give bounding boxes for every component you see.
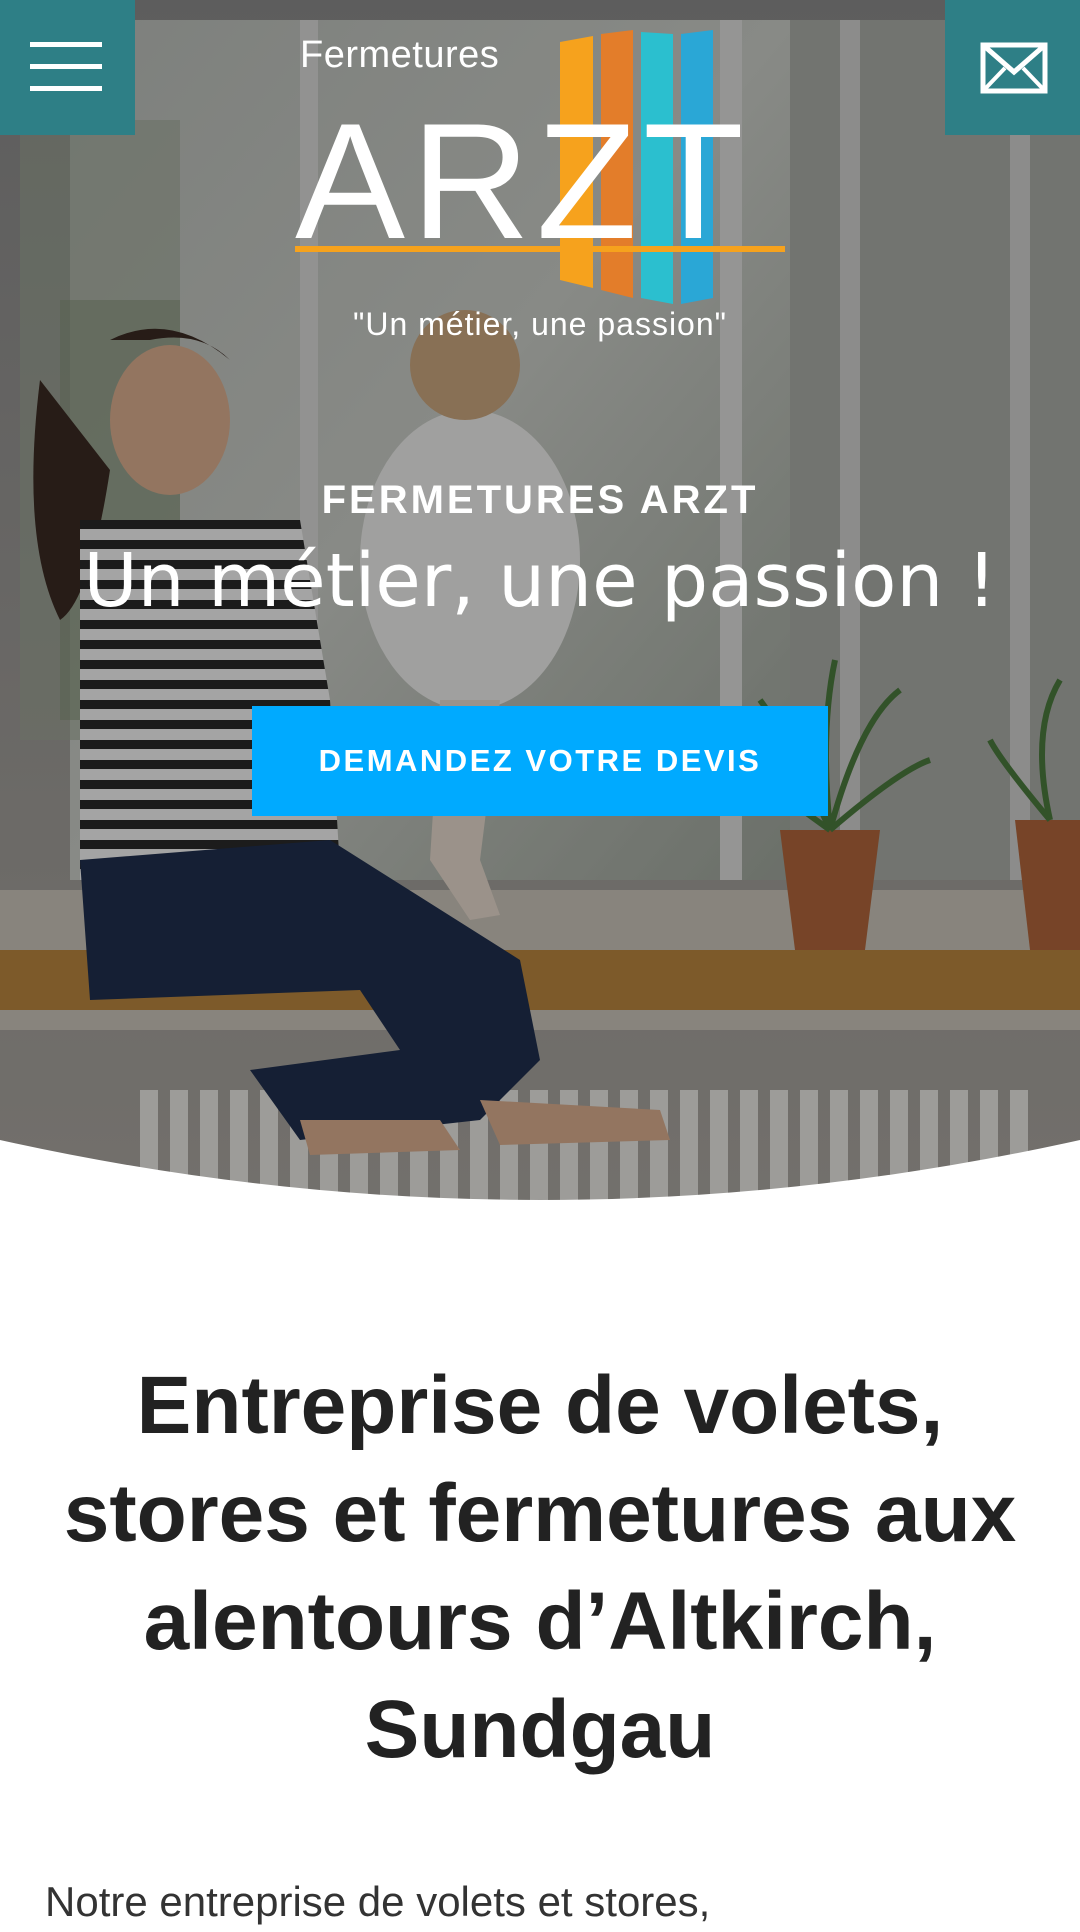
request-quote-button[interactable]: DEMANDEZ VOTRE DEVIS <box>252 706 828 816</box>
hero-section: ARZT Fermetures "Un métier, une passion"… <box>0 0 1080 1200</box>
contact-button[interactable] <box>945 0 1080 135</box>
logo-slogan: "Un métier, une passion" <box>352 306 727 342</box>
envelope-icon <box>980 42 1048 94</box>
logo-main-text: ARZT <box>295 89 750 273</box>
page-title: Entreprise de volets, stores et fermetur… <box>63 1360 1017 1775</box>
hero-tagline: Un métier, une passion ! <box>83 538 997 624</box>
menu-button[interactable] <box>0 0 135 135</box>
company-logo[interactable]: ARZT Fermetures "Un métier, une passion" <box>295 28 785 358</box>
hero-bottom-curve <box>0 1140 1080 1200</box>
logo-top-text: Fermetures <box>300 34 500 76</box>
intro-paragraph: Notre entreprise de volets et stores, <box>45 1878 711 1925</box>
hero-kicker: FERMETURES ARZT <box>321 478 759 522</box>
